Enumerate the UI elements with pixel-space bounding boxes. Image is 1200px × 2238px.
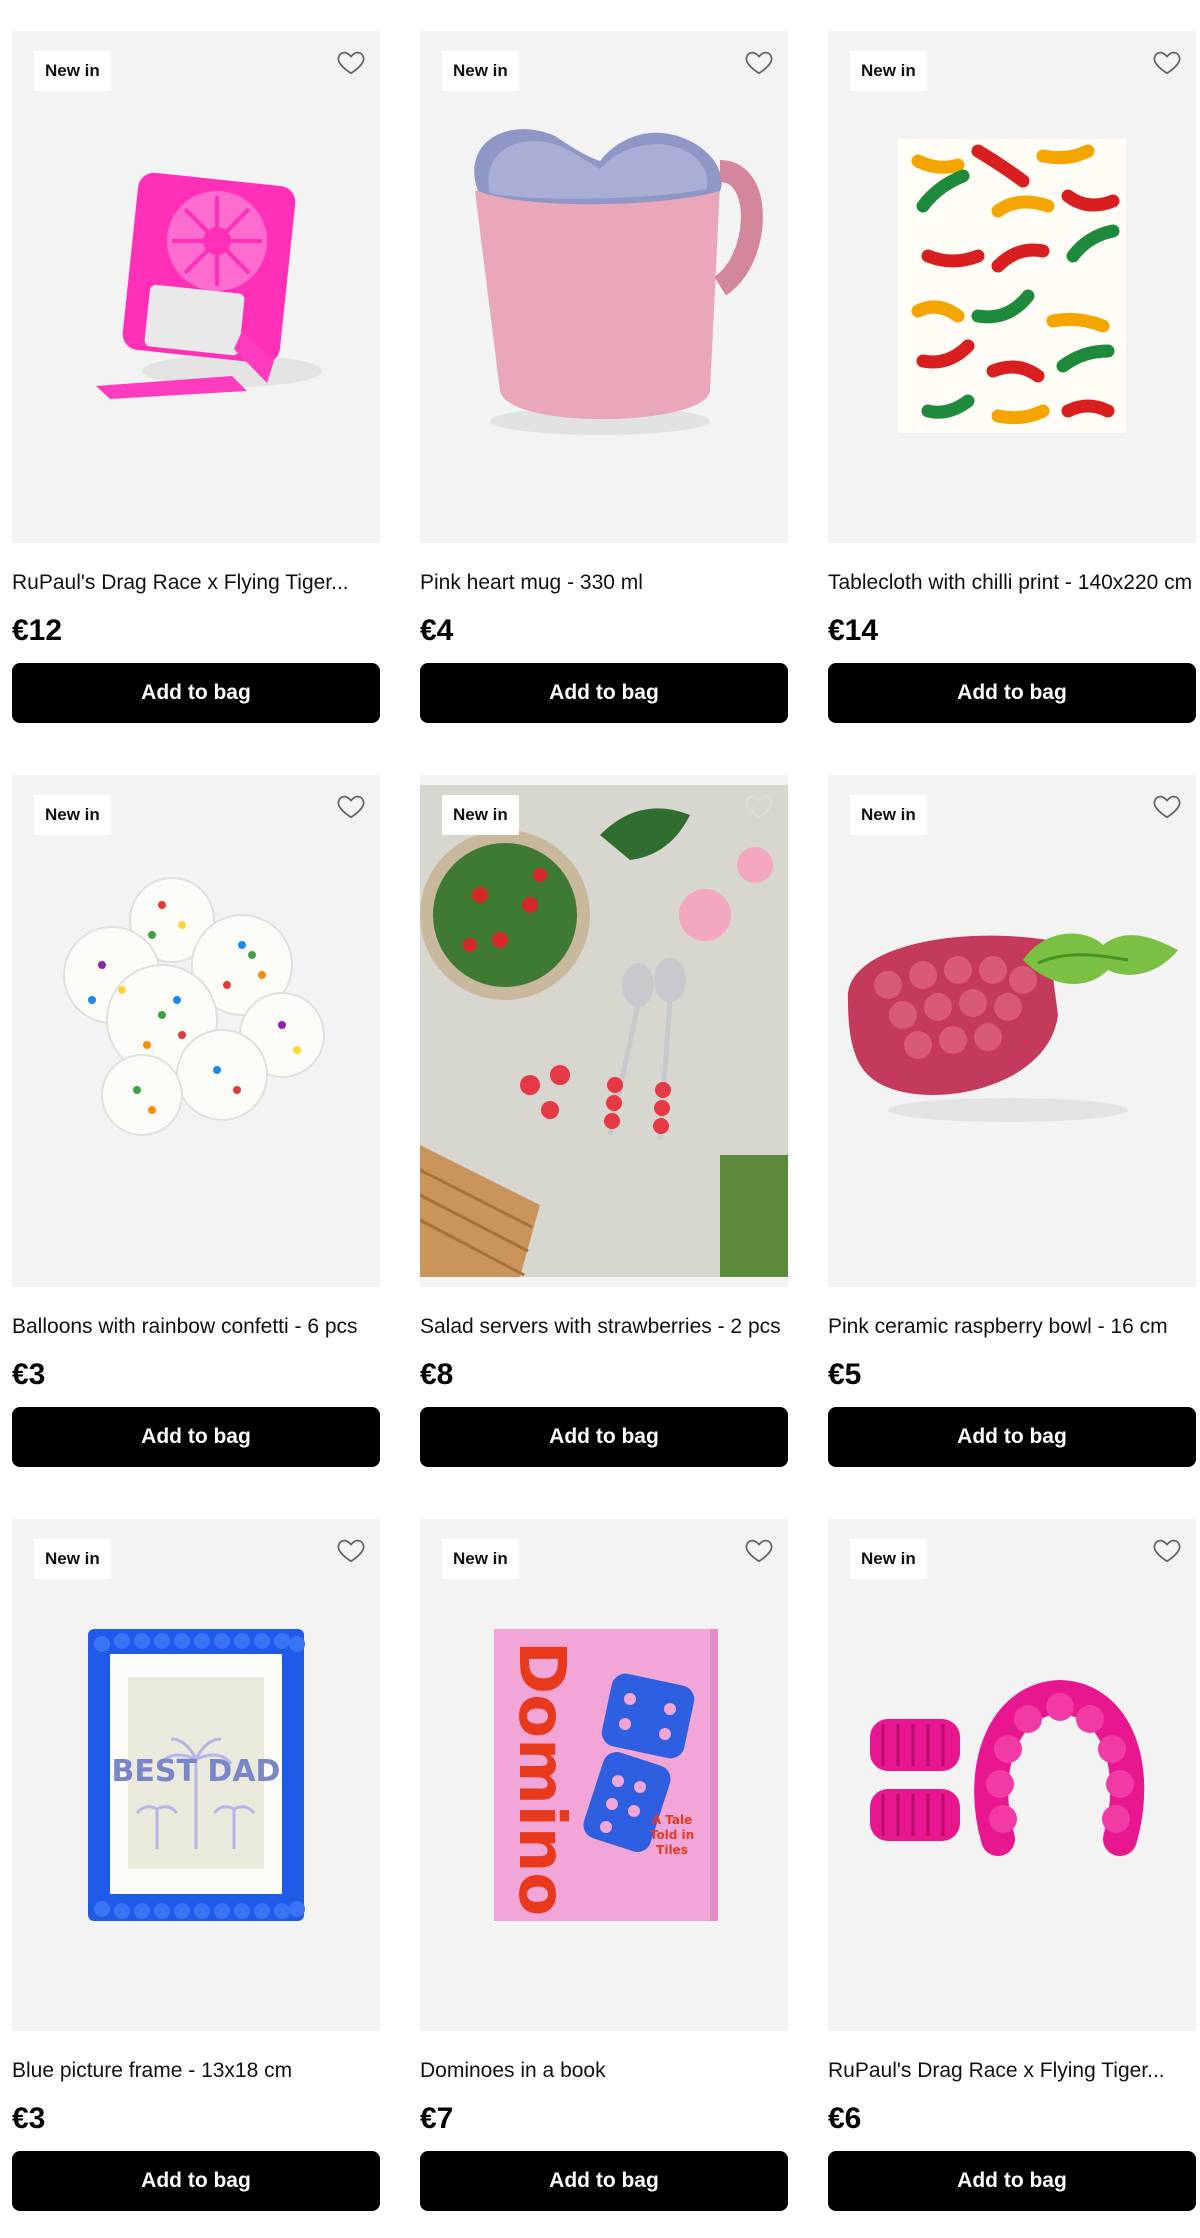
svg-text:Tiles: Tiles — [656, 1843, 688, 1857]
salad-picnic-image — [420, 785, 788, 1277]
product-price: €8 — [420, 1358, 454, 1391]
new-in-badge: New in — [34, 795, 111, 835]
product-image[interactable]: New in — [828, 31, 1196, 543]
chilli-tablecloth-image — [898, 139, 1126, 433]
product-title[interactable]: Pink heart mug - 330 ml — [420, 569, 800, 597]
product-image[interactable]: Domino A Tale Told in Tiles New in — [420, 1519, 788, 2031]
blue-frame-image: BEST DAD — [88, 1629, 305, 1921]
new-in-badge: New in — [850, 795, 927, 835]
heart-icon[interactable] — [1152, 1535, 1182, 1565]
new-in-badge: New in — [34, 1539, 111, 1579]
raspberry-bowl-image — [847, 933, 1178, 1122]
add-to-bag-button[interactable]: Add to bag — [828, 663, 1196, 723]
product-card[interactable]: BEST DAD New in Blue picture frame - 13x… — [12, 1519, 380, 2211]
new-in-badge: New in — [850, 1539, 927, 1579]
frame-text: BEST DAD — [112, 1754, 281, 1789]
svg-text:A Tale: A Tale — [652, 1813, 692, 1827]
confetti-balloons-image — [63, 877, 325, 1136]
product-card[interactable]: New in Salad servers with strawberries -… — [420, 775, 788, 1467]
scrunchies-headband-image — [870, 1679, 1145, 1856]
new-in-badge: New in — [442, 1539, 519, 1579]
product-price: €12 — [12, 614, 63, 647]
product-title[interactable]: Blue picture frame - 13x18 cm — [12, 2057, 392, 2085]
product-image[interactable]: BEST DAD New in — [12, 1519, 380, 2031]
heart-icon[interactable] — [744, 791, 774, 821]
product-title[interactable]: Salad servers with strawberries - 2 pcs — [420, 1313, 800, 1341]
add-to-bag-button[interactable]: Add to bag — [12, 2151, 380, 2211]
new-in-badge: New in — [442, 795, 519, 835]
product-image[interactable]: New in — [12, 775, 380, 1287]
add-to-bag-button[interactable]: Add to bag — [12, 1407, 380, 1467]
product-card[interactable]: New in RuPaul's Drag Race x Flying Tiger… — [12, 31, 380, 723]
product-title[interactable]: Dominoes in a book — [420, 2057, 800, 2085]
add-to-bag-button[interactable]: Add to bag — [420, 2151, 788, 2211]
product-card[interactable]: New in Pink ceramic raspberry bowl - 16 … — [828, 775, 1196, 1467]
product-price: €3 — [12, 2102, 46, 2135]
add-to-bag-button[interactable]: Add to bag — [420, 1407, 788, 1467]
product-card[interactable]: Domino A Tale Told in Tiles New in Domin — [420, 1519, 788, 2211]
heart-icon[interactable] — [336, 47, 366, 77]
heart-icon[interactable] — [336, 791, 366, 821]
heart-icon[interactable] — [1152, 47, 1182, 77]
add-to-bag-button[interactable]: Add to bag — [828, 1407, 1196, 1467]
new-in-badge: New in — [850, 51, 927, 91]
heart-icon[interactable] — [1152, 791, 1182, 821]
product-price: €4 — [420, 614, 454, 647]
product-price: €14 — [828, 614, 879, 647]
heart-icon[interactable] — [744, 47, 774, 77]
product-card[interactable]: New in Pink heart mug - 330 ml €4 Add to… — [420, 31, 788, 723]
heart-mug-image — [474, 129, 763, 435]
product-price: €7 — [420, 2102, 454, 2135]
new-in-badge: New in — [34, 51, 111, 91]
new-in-badge: New in — [442, 51, 519, 91]
product-title[interactable]: Pink ceramic raspberry bowl - 16 cm — [828, 1313, 1200, 1341]
product-grid: New in RuPaul's Drag Race x Flying Tiger… — [0, 0, 1200, 2238]
product-image[interactable]: New in — [828, 1519, 1196, 2031]
product-card[interactable]: New in Balloons with rainbow confetti - … — [12, 775, 380, 1467]
add-to-bag-button[interactable]: Add to bag — [420, 663, 788, 723]
mirror-fan-image — [96, 172, 322, 399]
svg-text:Told in: Told in — [650, 1828, 694, 1842]
book-title: Domino — [504, 1641, 578, 1916]
product-image[interactable]: New in — [420, 775, 788, 1287]
product-price: €3 — [12, 1358, 46, 1391]
product-card[interactable]: New in Tablecloth with chilli print - 14… — [828, 31, 1196, 723]
product-price: €6 — [828, 2102, 862, 2135]
add-to-bag-button[interactable]: Add to bag — [12, 663, 380, 723]
heart-icon[interactable] — [744, 1535, 774, 1565]
product-price: €5 — [828, 1358, 862, 1391]
domino-book-image: Domino A Tale Told in Tiles — [494, 1629, 718, 1921]
product-image[interactable]: New in — [828, 775, 1196, 1287]
add-to-bag-button[interactable]: Add to bag — [828, 2151, 1196, 2211]
product-title[interactable]: RuPaul's Drag Race x Flying Tiger... — [12, 569, 392, 597]
product-image[interactable]: New in — [420, 31, 788, 543]
product-card[interactable]: New in RuPaul's Drag Race x Flying Tiger… — [828, 1519, 1196, 2211]
product-title[interactable]: Tablecloth with chilli print - 140x220 c… — [828, 569, 1200, 597]
heart-icon[interactable] — [336, 1535, 366, 1565]
product-title[interactable]: RuPaul's Drag Race x Flying Tiger... — [828, 2057, 1200, 2085]
product-title[interactable]: Balloons with rainbow confetti - 6 pcs — [12, 1313, 392, 1341]
product-image[interactable]: New in — [12, 31, 380, 543]
